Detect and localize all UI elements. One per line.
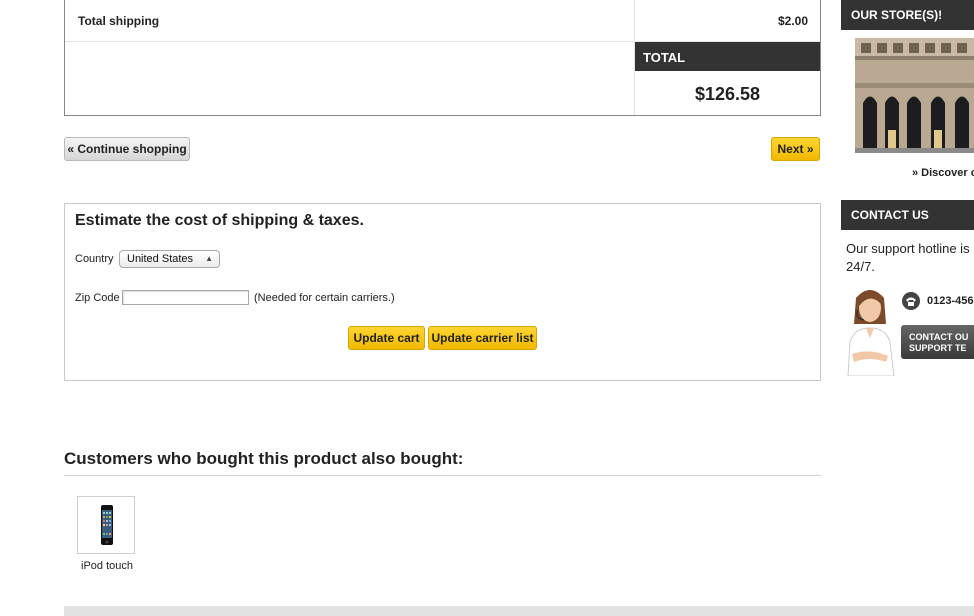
support-phone-number: 0123-456 <box>927 295 974 307</box>
total-label: TOTAL <box>643 50 686 65</box>
estimate-title: Estimate the cost of shipping & taxes. <box>75 212 364 229</box>
update-carrier-list-button[interactable]: Update carrier list <box>428 326 537 350</box>
total-header: TOTAL <box>635 42 820 71</box>
stores-title: OUR STORE(S)! <box>851 8 943 22</box>
ipod-touch-image <box>101 505 113 545</box>
hotline-text: Our support hotline is 24/7. <box>846 241 970 274</box>
stores-header: OUR STORE(S)! <box>841 0 974 30</box>
update-cart-button[interactable]: Update cart <box>348 326 425 350</box>
contact-button-line1: CONTACT OU <box>909 332 969 342</box>
next-button[interactable]: Next » <box>771 137 820 161</box>
product-thumbnail-link[interactable] <box>77 496 135 554</box>
continue-shopping-button[interactable]: « Continue shopping <box>64 137 190 161</box>
contact-header: CONTACT US <box>841 200 974 230</box>
total-shipping-row: Total shipping $2.00 <box>65 0 820 42</box>
country-label: Country <box>75 253 114 265</box>
support-agent-image <box>847 290 895 376</box>
total-price: $126.58 <box>694 84 761 104</box>
section-divider <box>64 475 821 476</box>
zip-code-note: (Needed for certain carriers.) <box>254 292 395 304</box>
phone-icon <box>902 292 920 310</box>
product-name-link[interactable]: iPod touch <box>64 560 150 572</box>
zip-code-input[interactable] <box>122 290 249 305</box>
cart-totals-table: Total shipping $2.00 TOTAL $126.58 <box>64 0 821 116</box>
contact-title: CONTACT US <box>851 208 929 222</box>
footer-bar <box>64 606 974 616</box>
total-shipping-label: Total shipping <box>78 14 160 28</box>
estimate-shipping-box: Estimate the cost of shipping & taxes. C… <box>64 203 821 381</box>
also-bought-title: Customers who bought this product also b… <box>64 449 464 468</box>
zip-code-label: Zip Code <box>75 292 120 304</box>
contact-button-line2: SUPPORT TE <box>909 343 967 353</box>
total-shipping-value: $2.00 <box>777 14 808 28</box>
select-arrows-icon: ▲ <box>205 254 213 263</box>
contact-support-button[interactable]: CONTACT OU SUPPORT TE <box>901 325 974 359</box>
country-select-value: United States <box>127 253 194 265</box>
discover-stores-link[interactable]: » Discover o <box>912 167 974 179</box>
store-photo[interactable] <box>855 38 974 153</box>
country-select[interactable]: United States ▲ <box>119 250 220 268</box>
